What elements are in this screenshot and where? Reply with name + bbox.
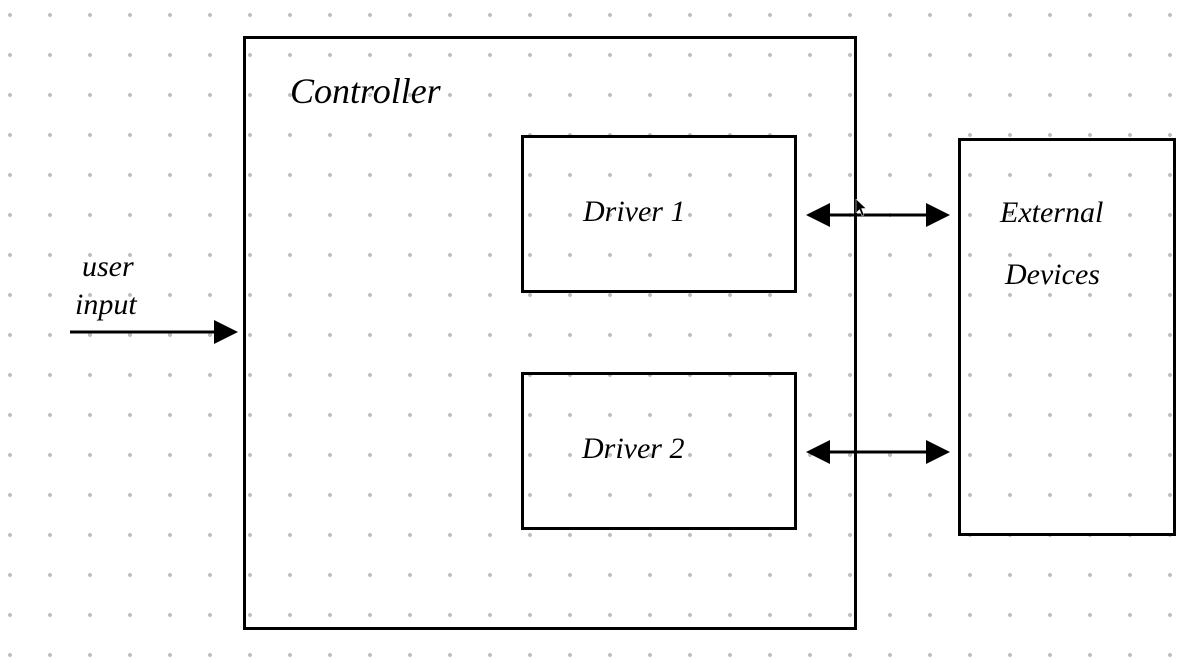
external-label-line1: External (1000, 196, 1103, 230)
external-label-line2: Devices (1005, 258, 1100, 292)
controller-label: Controller (290, 70, 441, 112)
driver2-label: Driver 2 (582, 432, 684, 466)
driver1-label: Driver 1 (583, 195, 685, 229)
user-input-label-line1: user (82, 250, 134, 284)
user-input-label-line2: input (75, 288, 137, 322)
controller-box (243, 36, 857, 630)
mouse-cursor-icon (855, 198, 869, 223)
